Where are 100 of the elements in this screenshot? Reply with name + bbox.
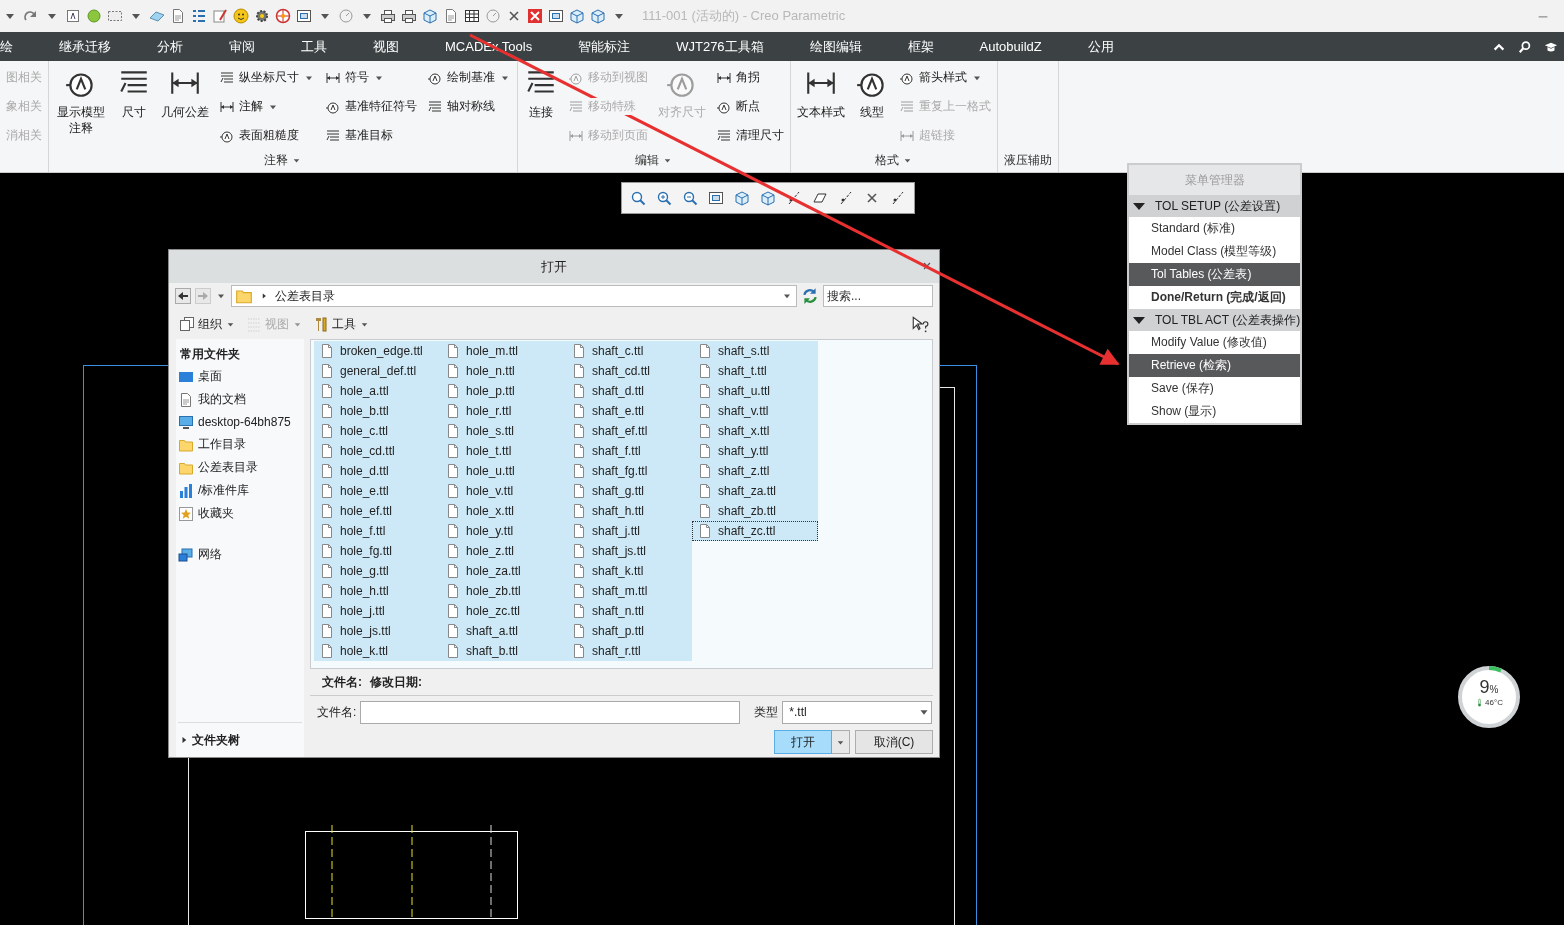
axis-icon[interactable] [838, 190, 854, 206]
window-icon[interactable] [296, 8, 312, 24]
document-icon[interactable] [443, 8, 459, 24]
menu-item[interactable]: Modify Value (修改值) [1129, 331, 1300, 354]
file-item[interactable]: hole_z.ttl [440, 541, 566, 561]
circle-icon[interactable] [86, 8, 102, 24]
file-item[interactable]: hole_x.ttl [440, 501, 566, 521]
menu-tab[interactable]: 绘图编辑 [809, 37, 862, 56]
toolbar-button[interactable]: 工具 [313, 315, 370, 333]
sidebar-item[interactable]: 我的文档 [178, 391, 302, 408]
window-icon[interactable] [708, 190, 724, 206]
menu-tab[interactable]: AutobuildZ [979, 39, 1042, 54]
square-icon[interactable] [65, 8, 81, 24]
menu-tab[interactable]: 视图 [373, 37, 399, 56]
file-item[interactable]: hole_fg.ttl [314, 541, 440, 561]
sidebar-item[interactable]: 工作目录 [178, 436, 302, 453]
menu-item[interactable]: Save (保存) [1129, 377, 1300, 400]
gear-icon[interactable] [254, 8, 270, 24]
file-item[interactable]: shaft_r.ttl [566, 641, 692, 661]
file-item[interactable]: shaft_b.ttl [440, 641, 566, 661]
file-item[interactable]: hole_ef.ttl [314, 501, 440, 521]
zoom-in-icon[interactable] [656, 190, 672, 206]
file-item[interactable]: hole_s.ttl [440, 421, 566, 441]
file-item[interactable]: shaft_za.ttl [692, 481, 818, 501]
file-item[interactable]: hole_y.ttl [440, 521, 566, 541]
menu-item[interactable]: Model Class (模型等级) [1129, 240, 1300, 263]
file-item[interactable]: shaft_a.ttl [440, 621, 566, 641]
menu-item[interactable]: Tol Tables (公差表) [1129, 263, 1300, 286]
eraser-icon[interactable] [149, 8, 165, 24]
close-icon[interactable] [527, 8, 543, 24]
menu-tab[interactable]: 工具 [301, 37, 327, 56]
zoom-icon[interactable] [630, 190, 646, 206]
file-item[interactable]: hole_zc.ttl [440, 601, 566, 621]
file-item[interactable]: hole_p.ttl [440, 381, 566, 401]
file-item[interactable]: shaft_u.ttl [692, 381, 818, 401]
sidebar-item[interactable]: desktop-64bh875 [178, 414, 302, 430]
file-item[interactable]: hole_zb.ttl [440, 581, 566, 601]
file-item[interactable]: hole_js.ttl [314, 621, 440, 641]
search-field[interactable]: 搜索... [823, 285, 933, 307]
file-item[interactable]: hole_g.ttl [314, 561, 440, 581]
search-icon[interactable] [1518, 39, 1532, 54]
file-item[interactable]: hole_t.ttl [440, 441, 566, 461]
group-menu-button[interactable]: 液压辅助 [1004, 151, 1052, 169]
file-item[interactable]: shaft_z.ttl [692, 461, 818, 481]
file-item[interactable]: shaft_k.ttl [566, 561, 692, 581]
file-item[interactable]: shaft_cd.ttl [566, 361, 692, 381]
file-item[interactable]: hole_m.ttl [440, 341, 566, 361]
toolbar-button[interactable]: 组织 [179, 315, 236, 333]
file-item[interactable]: hole_a.ttl [314, 381, 440, 401]
cube-icon[interactable] [422, 8, 438, 24]
group-menu-button[interactable]: 格式 [875, 151, 913, 169]
file-item[interactable]: shaft_d.ttl [566, 381, 692, 401]
menu-section-header[interactable]: TOL TBL ACT (公差表操作) [1129, 309, 1300, 331]
ribbon-button[interactable]: 基准目标 [325, 125, 417, 146]
sidebar-item[interactable]: 桌面 [178, 368, 302, 385]
file-item[interactable]: shaft_p.ttl [566, 621, 692, 641]
ribbon-button[interactable]: 断点 [716, 96, 784, 117]
file-item[interactable]: shaft_v.ttl [692, 401, 818, 421]
menu-tab[interactable]: 审阅 [229, 37, 255, 56]
open-button[interactable]: 打开 [774, 730, 832, 754]
menu-item[interactable]: Retrieve (检索) [1129, 354, 1300, 377]
ribbon-button[interactable]: 符号 [325, 67, 417, 88]
cross-icon[interactable] [921, 260, 933, 272]
file-item[interactable]: general_def.ttl [314, 361, 440, 381]
filename-field[interactable] [360, 700, 741, 724]
ribbon-button[interactable]: 轴对称线 [427, 96, 511, 117]
datum-plane-icon[interactable] [812, 190, 828, 206]
sidebar-item[interactable]: /标准件库 [178, 482, 302, 499]
file-item[interactable]: hole_j.ttl [314, 601, 440, 621]
file-item[interactable]: hole_b.ttl [314, 401, 440, 421]
ribbon-button[interactable]: 尺寸 [117, 66, 151, 148]
ribbon-button[interactable]: 线型 [855, 66, 889, 148]
sidebar-item[interactable]: 公差表目录 [178, 459, 302, 476]
file-item[interactable]: shaft_y.ttl [692, 441, 818, 461]
file-item[interactable]: shaft_g.ttl [566, 481, 692, 501]
menu-tab[interactable]: WJT276工具箱 [676, 37, 764, 56]
cancel-button[interactable]: 取消(C) [855, 730, 933, 754]
ribbon-button[interactable]: 连接 [524, 66, 558, 148]
file-item[interactable]: hole_k.ttl [314, 641, 440, 661]
sidebar-item[interactable]: 网络 [178, 546, 302, 563]
file-item[interactable]: hole_za.ttl [440, 561, 566, 581]
file-item[interactable]: hole_f.ttl [314, 521, 440, 541]
ribbon-button[interactable]: 注解 [219, 96, 315, 117]
menu-tab[interactable]: 分析 [157, 37, 183, 56]
ribbon-button[interactable]: 显示模型注释 [55, 66, 107, 148]
file-item[interactable]: hole_n.ttl [440, 361, 566, 381]
type-dropdown[interactable]: *.ttl [782, 700, 933, 724]
menu-tab[interactable]: 公用 [1087, 37, 1114, 56]
file-item[interactable]: hole_u.ttl [440, 461, 566, 481]
ribbon-button[interactable]: 箭头样式 [899, 67, 991, 88]
document-icon[interactable] [170, 8, 186, 24]
menu-item[interactable]: Done/Return (完成/返回) [1129, 286, 1300, 309]
menu-tab[interactable]: 继承迁移 [59, 37, 111, 56]
file-item[interactable]: hole_e.ttl [314, 481, 440, 501]
printer-icon[interactable] [380, 8, 396, 24]
menu-tab[interactable]: 智能标注 [578, 37, 631, 56]
window-icon[interactable] [548, 8, 564, 24]
folder-tree-toggle[interactable]: 文件夹树 [192, 731, 240, 749]
file-item[interactable]: shaft_m.ttl [566, 581, 692, 601]
file-item[interactable]: broken_edge.ttl [314, 341, 440, 361]
